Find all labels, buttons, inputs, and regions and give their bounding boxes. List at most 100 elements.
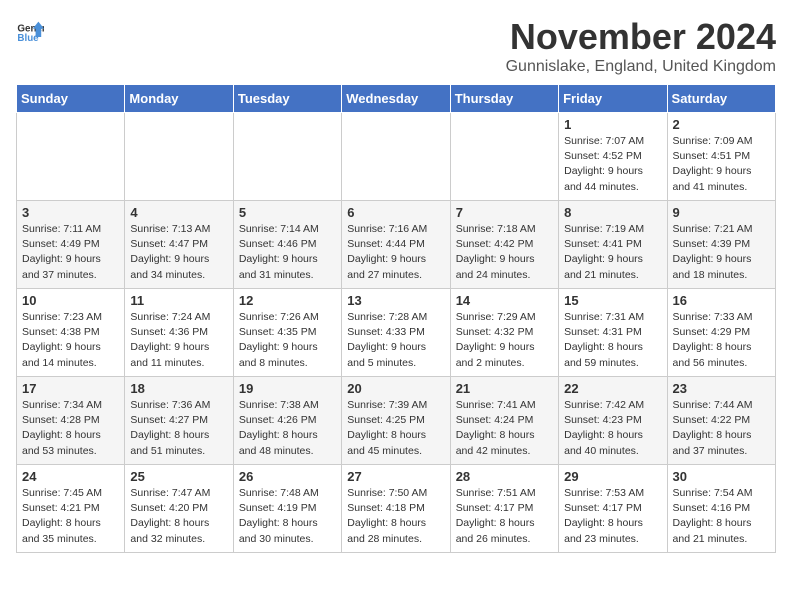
day-info: Sunrise: 7:53 AM Sunset: 4:17 PM Dayligh… <box>564 486 661 547</box>
day-info: Sunrise: 7:14 AM Sunset: 4:46 PM Dayligh… <box>239 222 336 283</box>
calendar-cell: 4Sunrise: 7:13 AM Sunset: 4:47 PM Daylig… <box>125 201 233 289</box>
calendar-cell: 19 Sunrise: 7:38 AM Sunset: 4:26 PM Dayli… <box>233 377 341 465</box>
calendar-cell: 29 Sunrise: 7:53 AM Sunset: 4:17 PM Dayli… <box>559 465 667 553</box>
calendar-cell: 3 Sunrise: 7:11 AM Sunset: 4:49 PM Daylig… <box>17 201 125 289</box>
calendar-cell: 8 Sunrise: 7:19 AM Sunset: 4:41 PM Daylig… <box>559 201 667 289</box>
day-info: Sunrise: 7:19 AM Sunset: 4:41 PM Dayligh… <box>564 222 661 283</box>
calendar-cell <box>233 113 341 201</box>
calendar-cell: 28Sunrise: 7:51 AM Sunset: 4:17 PM Dayli… <box>450 465 558 553</box>
calendar-cell: 9 Sunrise: 7:21 AM Sunset: 4:39 PM Daylig… <box>667 201 775 289</box>
day-number: 20 <box>347 381 444 396</box>
day-info: Sunrise: 7:33 AM Sunset: 4:29 PM Dayligh… <box>673 310 770 371</box>
calendar-cell: 11Sunrise: 7:24 AM Sunset: 4:36 PM Dayli… <box>125 289 233 377</box>
day-info: Sunrise: 7:23 AM Sunset: 4:38 PM Dayligh… <box>22 310 119 371</box>
day-number: 11 <box>130 293 227 308</box>
day-number: 4 <box>130 205 227 220</box>
day-info: Sunrise: 7:47 AM Sunset: 4:20 PM Dayligh… <box>130 486 227 547</box>
calendar-cell: 27 Sunrise: 7:50 AM Sunset: 4:18 PM Dayli… <box>342 465 450 553</box>
day-info: Sunrise: 7:16 AM Sunset: 4:44 PM Dayligh… <box>347 222 444 283</box>
calendar-cell: 23 Sunrise: 7:44 AM Sunset: 4:22 PM Dayli… <box>667 377 775 465</box>
header: General Blue November 2024 Gunnislake, E… <box>16 16 776 76</box>
header-wednesday: Wednesday <box>342 85 450 113</box>
day-info: Sunrise: 7:28 AM Sunset: 4:33 PM Dayligh… <box>347 310 444 371</box>
day-number: 22 <box>564 381 661 396</box>
month-title: November 2024 <box>506 16 776 58</box>
day-number: 7 <box>456 205 553 220</box>
day-info: Sunrise: 7:54 AM Sunset: 4:16 PM Dayligh… <box>673 486 770 547</box>
week-row-2: 10 Sunrise: 7:23 AM Sunset: 4:38 PM Dayli… <box>17 289 776 377</box>
day-info: Sunrise: 7:50 AM Sunset: 4:18 PM Dayligh… <box>347 486 444 547</box>
day-info: Sunrise: 7:39 AM Sunset: 4:25 PM Dayligh… <box>347 398 444 459</box>
calendar-cell: 20 Sunrise: 7:39 AM Sunset: 4:25 PM Dayli… <box>342 377 450 465</box>
day-info: Sunrise: 7:07 AM Sunset: 4:52 PM Dayligh… <box>564 134 661 195</box>
day-number: 10 <box>22 293 119 308</box>
day-number: 23 <box>673 381 770 396</box>
day-number: 8 <box>564 205 661 220</box>
day-number: 18 <box>130 381 227 396</box>
location-title: Gunnislake, England, United Kingdom <box>506 58 776 76</box>
day-number: 2 <box>673 117 770 132</box>
calendar-cell: 13 Sunrise: 7:28 AM Sunset: 4:33 PM Dayli… <box>342 289 450 377</box>
header-monday: Monday <box>125 85 233 113</box>
calendar-cell: 16 Sunrise: 7:33 AM Sunset: 4:29 PM Dayli… <box>667 289 775 377</box>
week-row-0: 1 Sunrise: 7:07 AM Sunset: 4:52 PM Daylig… <box>17 113 776 201</box>
day-number: 17 <box>22 381 119 396</box>
calendar-cell: 30 Sunrise: 7:54 AM Sunset: 4:16 PM Dayli… <box>667 465 775 553</box>
day-number: 16 <box>673 293 770 308</box>
week-row-4: 24 Sunrise: 7:45 AM Sunset: 4:21 PM Dayli… <box>17 465 776 553</box>
calendar-table: SundayMondayTuesdayWednesdayThursdayFrid… <box>16 84 776 553</box>
calendar-cell: 6 Sunrise: 7:16 AM Sunset: 4:44 PM Daylig… <box>342 201 450 289</box>
day-info: Sunrise: 7:26 AM Sunset: 4:35 PM Dayligh… <box>239 310 336 371</box>
week-row-1: 3 Sunrise: 7:11 AM Sunset: 4:49 PM Daylig… <box>17 201 776 289</box>
calendar-cell <box>125 113 233 201</box>
calendar-cell: 18Sunrise: 7:36 AM Sunset: 4:27 PM Dayli… <box>125 377 233 465</box>
day-info: Sunrise: 7:38 AM Sunset: 4:26 PM Dayligh… <box>239 398 336 459</box>
calendar-cell <box>450 113 558 201</box>
day-number: 27 <box>347 469 444 484</box>
calendar-cell: 1 Sunrise: 7:07 AM Sunset: 4:52 PM Daylig… <box>559 113 667 201</box>
header-sunday: Sunday <box>17 85 125 113</box>
calendar-cell: 15 Sunrise: 7:31 AM Sunset: 4:31 PM Dayli… <box>559 289 667 377</box>
calendar-cell: 24 Sunrise: 7:45 AM Sunset: 4:21 PM Dayli… <box>17 465 125 553</box>
calendar-cell: 10 Sunrise: 7:23 AM Sunset: 4:38 PM Dayli… <box>17 289 125 377</box>
day-number: 3 <box>22 205 119 220</box>
day-number: 1 <box>564 117 661 132</box>
week-row-3: 17 Sunrise: 7:34 AM Sunset: 4:28 PM Dayli… <box>17 377 776 465</box>
header-thursday: Thursday <box>450 85 558 113</box>
calendar-cell: 26 Sunrise: 7:48 AM Sunset: 4:19 PM Dayli… <box>233 465 341 553</box>
day-number: 28 <box>456 469 553 484</box>
day-number: 26 <box>239 469 336 484</box>
calendar-cell: 22 Sunrise: 7:42 AM Sunset: 4:23 PM Dayli… <box>559 377 667 465</box>
day-number: 29 <box>564 469 661 484</box>
logo: General Blue <box>16 16 44 44</box>
day-number: 24 <box>22 469 119 484</box>
header-friday: Friday <box>559 85 667 113</box>
calendar-cell: 12 Sunrise: 7:26 AM Sunset: 4:35 PM Dayli… <box>233 289 341 377</box>
day-info: Sunrise: 7:21 AM Sunset: 4:39 PM Dayligh… <box>673 222 770 283</box>
day-number: 15 <box>564 293 661 308</box>
calendar-header-row: SundayMondayTuesdayWednesdayThursdayFrid… <box>17 85 776 113</box>
day-number: 14 <box>456 293 553 308</box>
day-info: Sunrise: 7:44 AM Sunset: 4:22 PM Dayligh… <box>673 398 770 459</box>
day-number: 6 <box>347 205 444 220</box>
day-number: 30 <box>673 469 770 484</box>
day-info: Sunrise: 7:31 AM Sunset: 4:31 PM Dayligh… <box>564 310 661 371</box>
day-info: Sunrise: 7:34 AM Sunset: 4:28 PM Dayligh… <box>22 398 119 459</box>
calendar-cell: 17 Sunrise: 7:34 AM Sunset: 4:28 PM Dayli… <box>17 377 125 465</box>
day-number: 13 <box>347 293 444 308</box>
day-info: Sunrise: 7:42 AM Sunset: 4:23 PM Dayligh… <box>564 398 661 459</box>
day-info: Sunrise: 7:45 AM Sunset: 4:21 PM Dayligh… <box>22 486 119 547</box>
day-number: 12 <box>239 293 336 308</box>
logo-icon: General Blue <box>16 16 44 44</box>
day-info: Sunrise: 7:48 AM Sunset: 4:19 PM Dayligh… <box>239 486 336 547</box>
day-info: Sunrise: 7:11 AM Sunset: 4:49 PM Dayligh… <box>22 222 119 283</box>
day-info: Sunrise: 7:29 AM Sunset: 4:32 PM Dayligh… <box>456 310 553 371</box>
day-number: 19 <box>239 381 336 396</box>
day-info: Sunrise: 7:18 AM Sunset: 4:42 PM Dayligh… <box>456 222 553 283</box>
day-number: 5 <box>239 205 336 220</box>
calendar-cell: 21Sunrise: 7:41 AM Sunset: 4:24 PM Dayli… <box>450 377 558 465</box>
calendar-cell: 7 Sunrise: 7:18 AM Sunset: 4:42 PM Daylig… <box>450 201 558 289</box>
calendar-cell: 5 Sunrise: 7:14 AM Sunset: 4:46 PM Daylig… <box>233 201 341 289</box>
day-number: 9 <box>673 205 770 220</box>
day-info: Sunrise: 7:41 AM Sunset: 4:24 PM Dayligh… <box>456 398 553 459</box>
